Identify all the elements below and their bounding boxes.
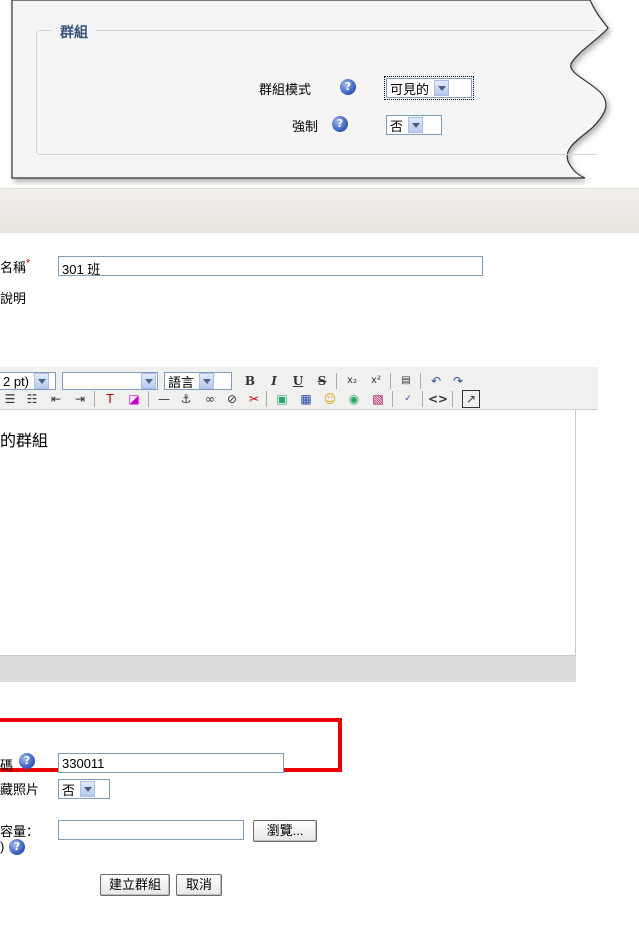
anchor-icon[interactable]: ⚓ — [176, 390, 196, 408]
strikethrough-icon[interactable]: S — [312, 372, 332, 390]
bold-icon[interactable]: B — [240, 372, 260, 390]
table-icon[interactable]: ▦ — [296, 390, 316, 408]
help-icon[interactable]: ? — [332, 116, 348, 132]
form-header-bar — [0, 188, 639, 233]
editor-content[interactable]: 的群組 — [0, 427, 48, 451]
force-label: 強制 — [292, 119, 319, 134]
new-picture-label: 容量： — [0, 824, 40, 839]
image-icon[interactable]: ▣ — [272, 390, 292, 408]
chevron-down-icon — [141, 373, 156, 389]
nolink-icon[interactable]: ✂ — [244, 390, 264, 408]
required-mark: * — [26, 257, 31, 270]
html-source-icon[interactable]: <> — [428, 390, 448, 408]
help-icon[interactable]: ? — [19, 753, 35, 769]
horizontal-rule-icon[interactable]: — — [154, 390, 174, 408]
font-size-value: 2 pt) — [3, 373, 30, 389]
browse-button[interactable]: 瀏覽... — [253, 820, 317, 842]
group-name-input[interactable]: 301 班 — [58, 256, 483, 276]
text-color-icon[interactable]: T — [100, 390, 120, 408]
chevron-down-icon — [34, 373, 50, 389]
enrolment-key-input[interactable]: 330011 — [58, 753, 284, 773]
redo-icon[interactable]: ↷ — [448, 372, 468, 390]
media-icon[interactable]: ◉ — [344, 390, 364, 408]
toolbar-separator — [420, 373, 421, 389]
toolbar-separator — [422, 391, 423, 407]
cancel-button[interactable]: 取消 — [176, 874, 222, 896]
toolbar-separator — [266, 391, 267, 407]
unlink-icon[interactable]: ⊘ — [222, 390, 242, 408]
format-select[interactable] — [62, 372, 158, 390]
superscript-icon[interactable]: x² — [366, 372, 386, 390]
help-icon[interactable]: ? — [340, 79, 356, 95]
link-icon[interactable]: ∞ — [200, 390, 220, 408]
paste-icon[interactable]: ▧ — [368, 390, 388, 408]
chevron-down-icon — [80, 781, 96, 797]
group-settings-panel: 群組 群組模式 ? 可見的 強制 ? 否 — [0, 0, 639, 185]
hide-picture-label: 藏照片 — [0, 782, 40, 797]
font-size-select[interactable]: 2 pt) — [0, 372, 56, 390]
toolbar-separator — [452, 391, 453, 407]
group-fieldset-border — [36, 30, 597, 155]
force-value: 否 — [390, 118, 404, 134]
group-mode-value: 可見的 — [390, 81, 430, 97]
editor-status-bar — [0, 655, 576, 682]
description-editor[interactable] — [0, 367, 576, 681]
group-name-label: 名稱* — [0, 257, 31, 275]
background-color-icon[interactable]: ◪ — [124, 390, 144, 408]
editor-toolbar: 2 pt) 語言 B I U S x₂ x² ▤ ↶ ↷ ☰ ☷ ⇤ ⇥ T ◪… — [0, 367, 598, 410]
fullscreen-icon[interactable]: ↗ — [462, 390, 480, 408]
force-select[interactable]: 否 — [386, 115, 442, 135]
smiley-icon[interactable]: ☺ — [320, 390, 340, 408]
chevron-down-icon — [199, 373, 215, 389]
toolbar-separator — [336, 373, 337, 389]
group-mode-label: 群組模式 — [259, 82, 312, 97]
undo-icon[interactable]: ↶ — [426, 372, 446, 390]
chevron-down-icon — [434, 80, 450, 96]
hide-picture-select[interactable]: 否 — [58, 779, 110, 799]
chevron-down-icon — [408, 117, 424, 133]
toolbar-separator — [148, 391, 149, 407]
toolbar-separator — [94, 391, 95, 407]
group-mode-select[interactable]: 可見的 — [384, 76, 474, 100]
group-legend: 群組 — [52, 22, 96, 42]
enrolment-key-label: 碼 — [0, 758, 14, 773]
language-select[interactable]: 語言 — [164, 372, 232, 390]
picture-file-input[interactable] — [58, 820, 244, 840]
new-picture-sub-label: ) — [0, 839, 5, 854]
help-icon[interactable]: ? — [9, 839, 25, 855]
unordered-list-icon[interactable]: ☷ — [22, 390, 42, 408]
language-value: 語言 — [168, 374, 195, 390]
clean-html-icon[interactable]: ▤ — [396, 372, 416, 390]
italic-icon[interactable]: I — [264, 372, 284, 390]
toolbar-separator — [390, 373, 391, 389]
toolbar-separator — [392, 391, 393, 407]
create-group-button[interactable]: 建立群組 — [100, 874, 170, 896]
indent-icon[interactable]: ⇥ — [70, 390, 90, 408]
description-label: 說明 — [0, 291, 27, 306]
subscript-icon[interactable]: x₂ — [342, 372, 362, 390]
underline-icon[interactable]: U — [288, 372, 308, 390]
spellcheck-icon[interactable]: ✓ — [398, 390, 418, 408]
ordered-list-icon[interactable]: ☰ — [0, 390, 20, 408]
outdent-icon[interactable]: ⇤ — [46, 390, 66, 408]
hide-picture-value: 否 — [62, 782, 76, 798]
